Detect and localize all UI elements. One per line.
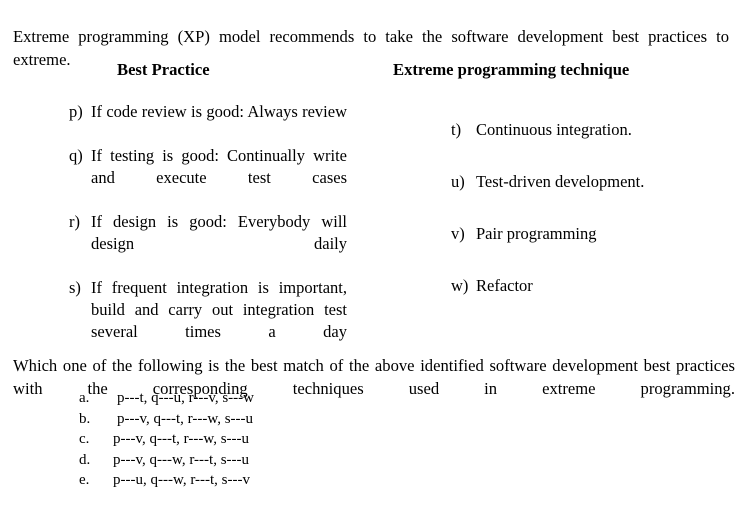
answer-option-letter: e. — [79, 472, 90, 488]
answer-option-letter: c. — [79, 431, 90, 447]
list-item-text: If frequent integration is important, bu… — [91, 278, 347, 341]
list-item-text: If design is good: Everybody will design… — [91, 212, 347, 253]
list-item: s) If frequent integration is important,… — [69, 277, 347, 365]
answer-option-letter: b. — [79, 410, 91, 427]
list-item-marker: v) — [451, 224, 465, 243]
list-item-text: Test-driven development. — [476, 172, 645, 191]
list-item: p) If code review is good: Always review — [69, 101, 347, 145]
answer-option-d[interactable]: d. p---v, q---w, r---t, s---u — [79, 450, 479, 471]
list-item-marker: q) — [69, 146, 83, 165]
list-item-text: Pair programming — [476, 224, 597, 243]
list-item: w) Refactor — [451, 275, 731, 297]
answer-option-letter: a. — [79, 390, 90, 406]
list-item-marker: w) — [451, 276, 469, 295]
list-item-marker: r) — [69, 212, 80, 231]
list-item-text: If testing is good: Continually write an… — [91, 146, 347, 187]
list-item-text: Refactor — [476, 276, 533, 295]
answer-option-text: p---v, q---t, r---w, s---u — [117, 410, 254, 427]
answer-option-text: p---u, q---w, r---t, s---v — [113, 472, 250, 488]
heading-extreme-programming-technique: Extreme programming technique — [393, 60, 630, 79]
list-item-marker: s) — [69, 278, 81, 297]
list-item: t) Continuous integration. — [451, 119, 731, 141]
document-page: Extreme programming (XP) model recommend… — [0, 0, 740, 505]
answer-option-b[interactable]: b. p---v, q---t, r---w, s---u — [79, 409, 479, 430]
heading-best-practice: Best Practice — [117, 60, 210, 79]
list-item: q) If testing is good: Continually write… — [69, 145, 347, 211]
list-item: u) Test-driven development. — [451, 171, 731, 193]
list-item-marker: t) — [451, 120, 462, 139]
list-item-text: Continuous integration. — [476, 120, 632, 139]
list-item-marker: p) — [69, 102, 83, 121]
matching-columns: p) If code review is good: Always review… — [0, 101, 740, 341]
techniques-list: t) Continuous integration. u) Test-drive… — [451, 119, 731, 327]
list-item: r) If design is good: Everybody will des… — [69, 211, 347, 277]
answer-option-e[interactable]: e. p---u, q---w, r---t, s---v — [79, 470, 479, 491]
list-item: v) Pair programming — [451, 223, 731, 245]
answer-option-text: p---v, q---w, r---t, s---u — [113, 451, 250, 468]
column-headings-row: Best Practice Extreme programming techni… — [0, 60, 740, 84]
answer-option-c[interactable]: c. p---v, q---t, r---w, s---u — [79, 429, 479, 450]
list-item-marker: u) — [451, 172, 465, 191]
answer-option-a[interactable]: a. p---t, q---u, r---v, s---w — [79, 388, 479, 409]
answer-options-list: a. p---t, q---u, r---v, s---w b. p---v, … — [79, 388, 479, 491]
answer-option-text: p---t, q---u, r---v, s---w — [117, 390, 254, 406]
list-item-text: If code review is good: Always review — [91, 102, 347, 121]
best-practices-list: p) If code review is good: Always review… — [69, 101, 347, 365]
answer-option-text: p---v, q---t, r---w, s---u — [113, 431, 250, 447]
answer-option-letter: d. — [79, 451, 91, 468]
